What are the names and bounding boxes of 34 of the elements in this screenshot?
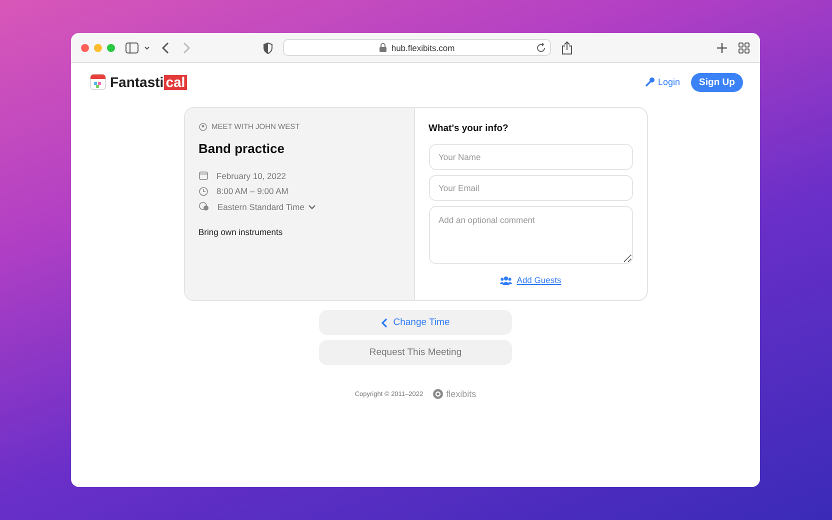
back-icon[interactable] [161,42,171,54]
key-icon [644,77,655,87]
plus-icon[interactable] [716,42,728,54]
sign-up-button[interactable]: Sign Up [691,72,743,92]
tab-grid-icon[interactable] [738,42,750,54]
logo-text: Fantasti [110,74,164,90]
change-time-button[interactable]: Change Time [319,310,512,335]
event-date: February 10, 2022 [216,170,286,181]
login-link[interactable]: Login [644,77,680,87]
sidebar-icon[interactable] [125,42,151,54]
chevron-down-icon [308,204,316,210]
lock-icon [379,43,388,52]
calendar-logo-icon [90,74,106,90]
event-notes: Bring own instruments [198,226,284,236]
brand-name: flexibits [446,389,476,399]
chevron-left-icon [381,318,388,328]
event-title: Band practice [198,141,286,156]
shield-icon[interactable] [263,42,273,54]
clock-icon [198,186,208,196]
people-icon [500,276,512,284]
text-field[interactable]: Your Email [428,175,632,201]
close-icon[interactable] [81,44,89,52]
reload-icon[interactable] [536,42,546,52]
timezone-dropdown[interactable]: Eastern Standard Time [218,202,316,212]
address-field[interactable]: hub.flexibits.com [283,39,551,56]
share-icon[interactable] [561,40,573,54]
logo-accent-text: cal [164,74,188,90]
add-guests-link[interactable]: Add Guests [500,275,562,285]
form-heading: What's your info? [428,123,510,134]
text-field[interactable]: Your Name [428,144,632,170]
calendar-icon [198,171,208,180]
event-time: 8:00 AM – 9:00 AM [216,186,288,196]
flexibits-logo-icon [433,389,444,399]
comment-field[interactable]: Add an optional comment [428,206,632,264]
